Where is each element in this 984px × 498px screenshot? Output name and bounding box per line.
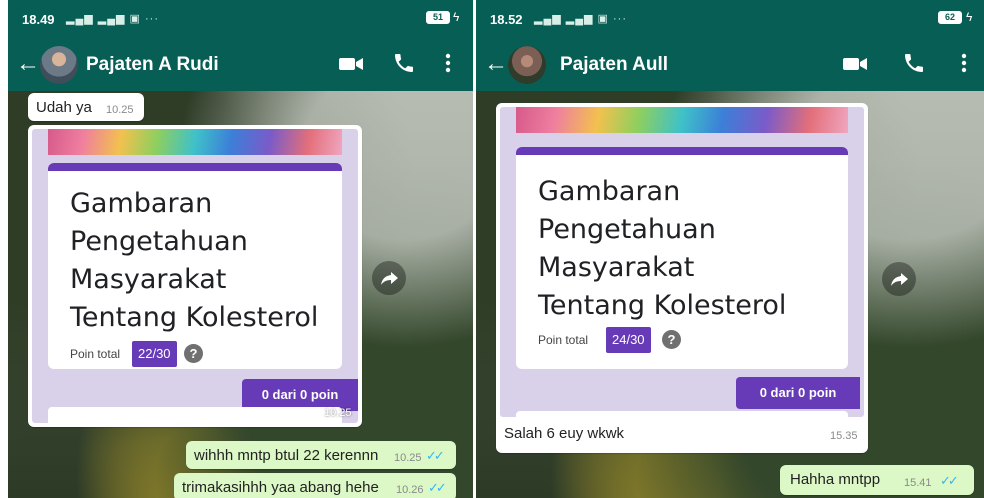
form-banner	[48, 129, 342, 155]
contact-name[interactable]: Pajaten Aull	[560, 54, 668, 76]
more-vert-icon[interactable]	[960, 51, 968, 80]
poin-total-label: Poin total	[70, 347, 121, 361]
signal-icon: ▂▄▆ ▂▄▆ ▣ ···	[534, 13, 627, 25]
back-arrow-icon[interactable]: ←	[16, 50, 40, 78]
poin-total-row: Poin total 24/30 ?	[538, 327, 758, 353]
chat-wallpaper: Gambaran Pengetahuan Masyarakat Tentang …	[476, 91, 984, 498]
forward-icon[interactable]	[882, 262, 916, 296]
form-screenshot: Gambaran Pengetahuan Masyarakat Tentang …	[32, 129, 358, 423]
message-time: 10.26	[396, 484, 424, 496]
more-vert-icon[interactable]	[444, 51, 452, 80]
form-next-card	[48, 407, 342, 423]
message-time: 15.35	[830, 430, 858, 442]
message-time: 10.25	[106, 104, 134, 116]
message-caption: Salah 6 euy wkwk	[504, 425, 625, 442]
image-message[interactable]: Gambaran Pengetahuan Masyarakat Tentang …	[496, 103, 868, 453]
help-icon: ?	[184, 344, 203, 363]
double-check-icon: ✓✓	[426, 448, 445, 463]
double-check-icon: ✓✓	[940, 473, 959, 488]
contact-name[interactable]: Pajaten A Rudi	[86, 54, 219, 76]
avatar[interactable]	[508, 46, 546, 84]
form-title-line: Pengetahuan	[70, 226, 248, 257]
message-bubble-outgoing[interactable]: Hahha mntpp 15.41 ✓✓	[780, 465, 974, 495]
phone-icon[interactable]	[902, 51, 926, 80]
battery-indicator: 62	[938, 11, 962, 24]
form-next-card	[516, 411, 848, 417]
zero-points-badge: 0 dari 0 poin	[736, 377, 860, 409]
status-bar: 18.52 ▂▄▆ ▂▄▆ ▣ ··· 62 ϟ	[476, 0, 984, 37]
avatar[interactable]	[40, 46, 78, 84]
status-time: 18.52	[490, 12, 523, 27]
charging-icon: ϟ	[966, 10, 973, 24]
status-bar: 18.49 ▂▄▆ ▂▄▆ ▣ ··· 51 ϟ	[8, 0, 473, 37]
message-time: 10.25	[394, 452, 422, 464]
help-icon: ?	[662, 330, 681, 349]
score-badge: 24/30	[606, 327, 651, 353]
battery-indicator: 51	[426, 11, 450, 24]
form-title-line: Gambaran	[538, 176, 681, 207]
charging-icon: ϟ	[453, 10, 460, 24]
image-message[interactable]: Gambaran Pengetahuan Masyarakat Tentang …	[28, 125, 362, 427]
message-text: Udah ya	[36, 99, 92, 116]
chat-header: ← Pajaten A Rudi	[8, 37, 473, 91]
back-arrow-icon[interactable]: ←	[484, 50, 508, 78]
forward-icon[interactable]	[372, 261, 406, 295]
double-check-icon: ✓✓	[428, 480, 447, 495]
message-text: trimakasihhh yaa abang hehe	[182, 479, 379, 496]
form-title-line: Gambaran	[70, 188, 213, 219]
form-title-line: Masyarakat	[70, 264, 227, 295]
poin-total-row: Poin total 22/30 ?	[70, 341, 270, 367]
chat-header: ← Pajaten Aull	[476, 37, 984, 91]
form-title-card: Gambaran Pengetahuan Masyarakat Tentang …	[48, 163, 342, 369]
message-text: Hahha mntpp	[790, 471, 881, 488]
form-title-line: Tentang Kolesterol	[70, 302, 319, 333]
chat-wallpaper: Udah ya 10.25 Gambaran Pengetahuan Masya…	[8, 91, 473, 498]
message-bubble-outgoing[interactable]: trimakasihhh yaa abang hehe 10.26 ✓✓	[174, 473, 456, 498]
form-title-card: Gambaran Pengetahuan Masyarakat Tentang …	[516, 147, 848, 369]
video-call-icon[interactable]	[842, 51, 868, 82]
message-text: wihhh mntp btul 22 kerennn	[194, 447, 379, 464]
score-badge: 22/30	[132, 341, 177, 367]
poin-total-label: Poin total	[538, 333, 589, 347]
message-bubble-outgoing[interactable]: wihhh mntp btul 22 kerennn 10.25 ✓✓	[186, 441, 456, 469]
form-title-line: Tentang Kolesterol	[538, 290, 787, 321]
form-banner	[516, 107, 848, 133]
status-time: 18.49	[22, 12, 55, 27]
chat-screen-left: 18.49 ▂▄▆ ▂▄▆ ▣ ··· 51 ϟ ← Pajaten A Rud…	[8, 0, 473, 498]
message-time: 15.41	[904, 477, 932, 489]
message-time: 10.25	[324, 407, 352, 419]
phone-icon[interactable]	[392, 51, 416, 80]
message-bubble-incoming[interactable]: Udah ya 10.25	[28, 93, 144, 121]
chat-screen-right: 18.52 ▂▄▆ ▂▄▆ ▣ ··· 62 ϟ ← Pajaten Aull …	[476, 0, 984, 498]
signal-icon: ▂▄▆ ▂▄▆ ▣ ···	[66, 13, 159, 25]
video-call-icon[interactable]	[338, 51, 364, 82]
form-screenshot: Gambaran Pengetahuan Masyarakat Tentang …	[500, 107, 864, 417]
form-title-line: Masyarakat	[538, 252, 695, 283]
form-title-line: Pengetahuan	[538, 214, 716, 245]
